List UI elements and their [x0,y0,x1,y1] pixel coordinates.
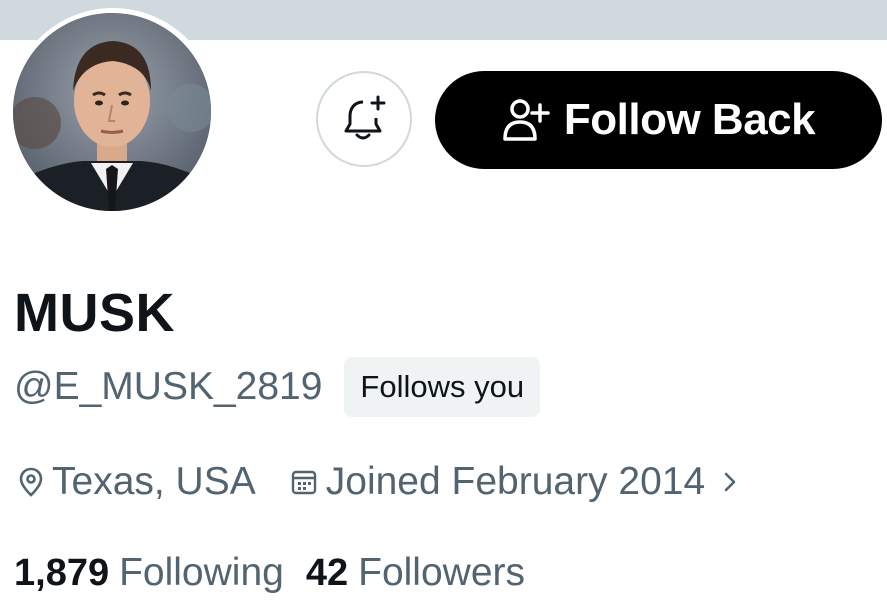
chevron-right-icon [724,472,736,492]
avatar-photo [13,13,211,211]
location-item: Texas, USA [18,460,256,504]
followers-stat[interactable]: 42 Followers [306,551,525,595]
follow-back-label: Follow Back [563,95,816,144]
follow-back-button[interactable]: Follow Back [435,71,882,169]
profile-meta: Texas, USA Joined February 2014 [18,455,741,509]
follow-stats: 1,879 Following 42 Followers [14,547,525,599]
avatar[interactable] [13,13,211,211]
location-pin-icon [19,467,43,497]
location-text: Texas, USA [52,460,256,503]
following-stat[interactable]: 1,879 Following [14,551,284,595]
followers-count: 42 [305,552,349,594]
calendar-icon [291,470,316,495]
handle-row: @E_MUSK_2819 Follows you [14,357,541,417]
display-name: MUSK [14,283,175,343]
bell-plus-icon [344,95,386,140]
person-plus-icon [503,99,550,141]
notifications-button[interactable] [316,71,412,167]
following-count: 1,879 [14,552,110,594]
followers-label: Followers [358,551,525,594]
joined-item[interactable]: Joined February 2014 [290,460,741,504]
follows-you-badge: Follows you [344,357,541,417]
following-label: Following [119,551,284,594]
user-handle: @E_MUSK_2819 [14,365,323,408]
joined-text: Joined February 2014 [325,460,706,503]
